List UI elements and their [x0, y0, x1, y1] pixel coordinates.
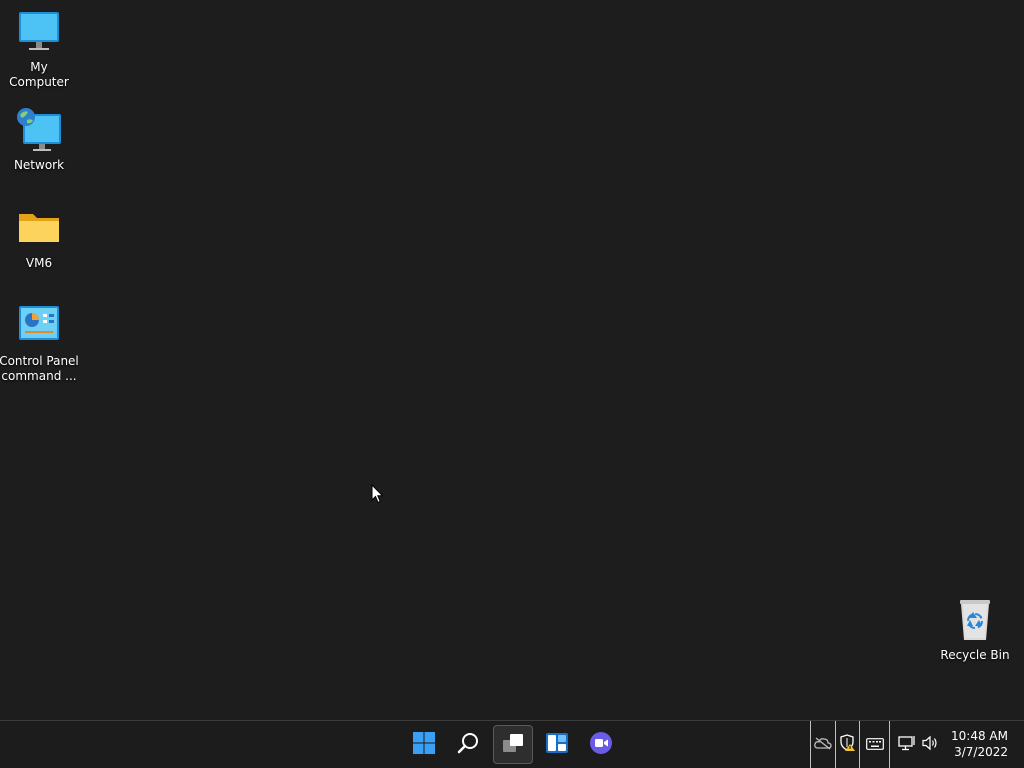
desktop-icon-label: Recycle Bin: [940, 648, 1010, 662]
network-status-icon: [898, 735, 916, 755]
task-view-button[interactable]: [493, 725, 533, 764]
clock-button[interactable]: 10:48 AM 3/7/2022: [951, 728, 1008, 760]
mouse-cursor-icon: [371, 483, 384, 508]
widgets-icon: [545, 731, 569, 759]
desktop[interactable]: My Computer Network VM6 Control Panel co…: [0, 0, 1024, 720]
widgets-button[interactable]: [537, 725, 577, 764]
volume-tray-button[interactable]: [920, 721, 942, 768]
desktop-icon-recycle-bin[interactable]: Recycle Bin: [935, 596, 1015, 663]
touch-keyboard-button[interactable]: [859, 721, 890, 768]
onedrive-offline-icon: [814, 735, 832, 754]
desktop-icon-network[interactable]: Network: [0, 106, 79, 173]
clock-time: 10:48 AM: [951, 729, 1008, 743]
desktop-icon-label: Network: [13, 158, 65, 172]
taskbar: 10:48 AM 3/7/2022: [0, 720, 1024, 768]
network-icon: [15, 106, 63, 154]
security-tray-button[interactable]: [835, 721, 859, 768]
recycle-bin-icon: [951, 596, 999, 644]
start-button[interactable]: [404, 725, 444, 764]
desktop-icon-label: VM6: [25, 256, 53, 270]
chat-button[interactable]: [581, 725, 621, 764]
onedrive-tray-button[interactable]: [810, 721, 835, 768]
security-warning-icon: [839, 733, 857, 756]
search-button[interactable]: [448, 725, 488, 764]
desktop-icon-vm6[interactable]: VM6: [0, 204, 79, 271]
desktop-icon-control-panel[interactable]: Control Panel command ...: [0, 302, 79, 384]
windows-start-icon: [412, 731, 436, 759]
control-panel-icon: [15, 302, 63, 350]
folder-icon: [15, 204, 63, 252]
desktop-icon-label: Control Panel command ...: [0, 354, 79, 383]
search-icon: [456, 731, 480, 759]
clock-date: 3/7/2022: [954, 745, 1008, 759]
volume-icon: [922, 735, 940, 755]
network-tray-button[interactable]: [896, 721, 918, 768]
desktop-icon-label: My Computer: [9, 60, 69, 89]
task-view-icon: [501, 731, 525, 759]
monitor-icon: [15, 8, 63, 56]
desktop-icon-my-computer[interactable]: My Computer: [0, 8, 79, 90]
keyboard-icon: [865, 735, 884, 754]
chat-icon: [589, 731, 613, 759]
